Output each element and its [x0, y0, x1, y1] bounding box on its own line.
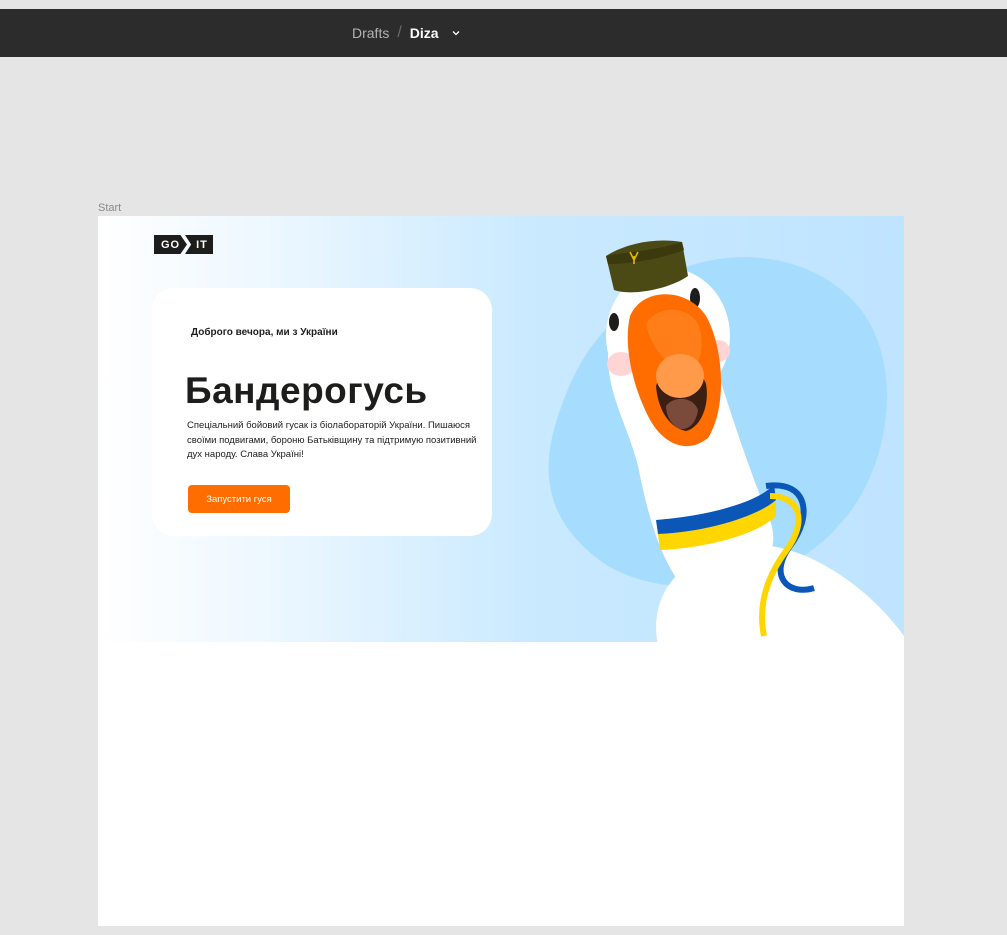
hero-description: Спеціальний бойовий гусак із біолаборато…: [187, 420, 477, 460]
hero-title: Бандерогусь: [185, 370, 428, 411]
frame-label[interactable]: Start: [98, 202, 121, 214]
logo-it-text: IT: [185, 235, 213, 254]
breadcrumb-separator: /: [397, 24, 402, 41]
breadcrumb-file-name[interactable]: Diza: [410, 25, 439, 41]
logo-go-text: GO: [154, 235, 187, 254]
greeting-text: Доброго вечора, ми з України: [191, 327, 338, 338]
breadcrumb: Drafts / Diza: [352, 9, 461, 57]
hero-section: GO IT Доброго вечора, ми з України Банде…: [98, 216, 904, 642]
goose-illustration: [548, 240, 904, 642]
design-frame[interactable]: GO IT Доброго вечора, ми з України Банде…: [98, 216, 904, 926]
chevron-down-icon[interactable]: [451, 28, 461, 38]
goit-logo: GO IT: [154, 235, 213, 254]
breadcrumb-drafts-link[interactable]: Drafts: [352, 25, 389, 41]
top-strip: [0, 0, 1007, 9]
launch-goose-button[interactable]: Запустити гуся: [188, 485, 290, 513]
toolbar: Drafts / Diza: [0, 9, 1007, 57]
hero-card: Доброго вечора, ми з України Бандерогусь…: [152, 288, 492, 536]
